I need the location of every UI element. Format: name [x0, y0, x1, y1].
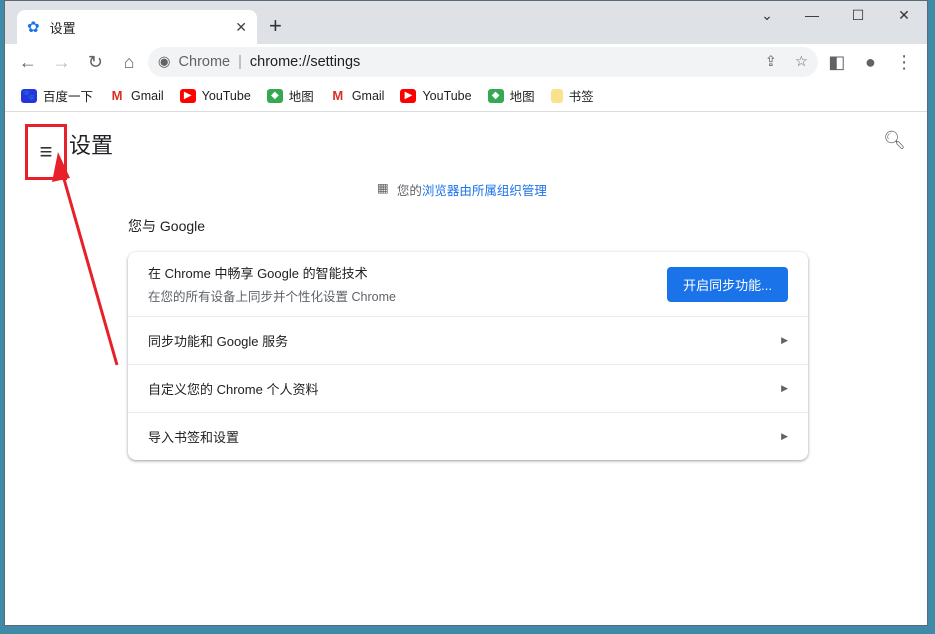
annotation-arrow: [52, 152, 119, 366]
